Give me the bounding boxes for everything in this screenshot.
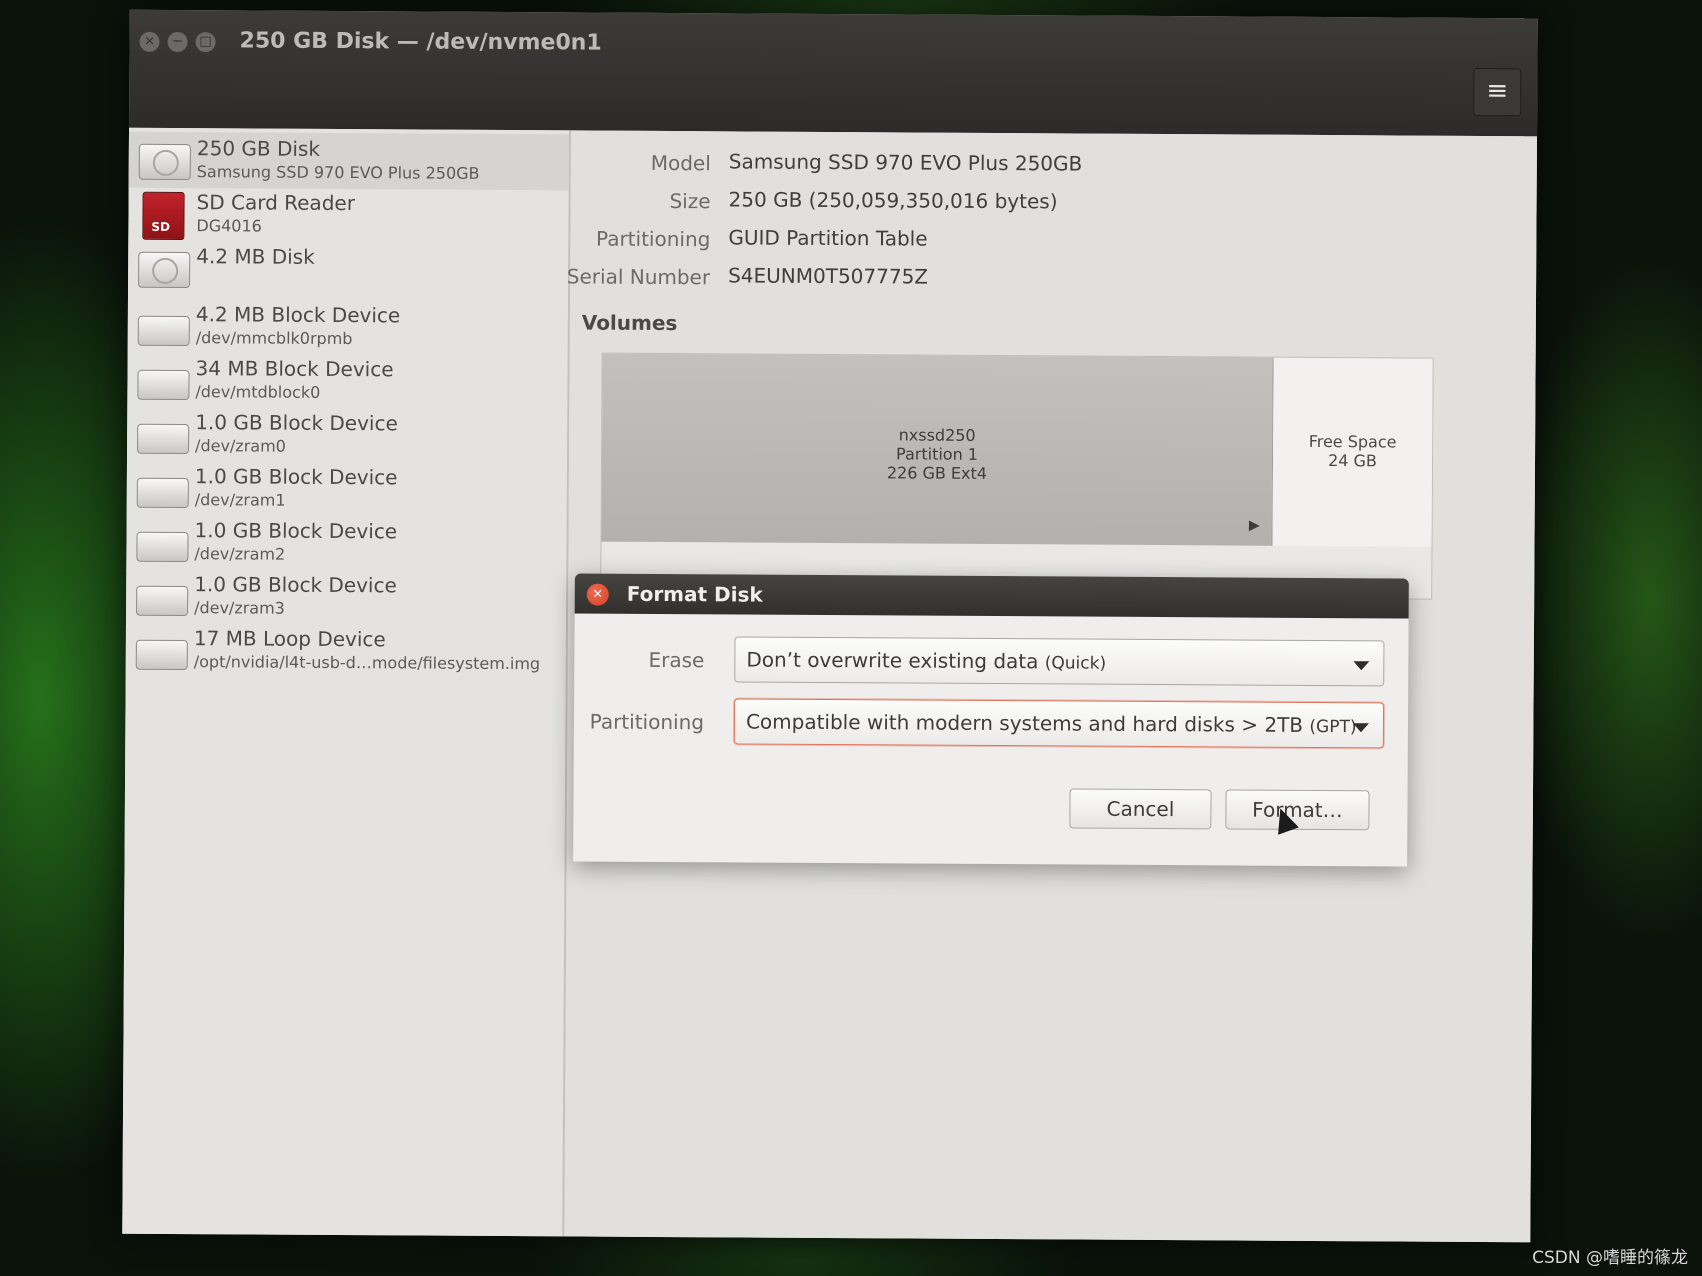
device-name: 34 MB Block Device [195,356,394,382]
device-item-zram2[interactable]: 1.0 GB Block Device /dev/zram2 [126,514,566,573]
dialog-close-button[interactable]: × [586,583,609,606]
close-icon: × [592,586,604,602]
hamburger-menu-icon: ≡ [1486,75,1509,107]
block-device-icon [137,423,190,455]
window-close-button[interactable]: × [139,31,160,52]
device-sub: /dev/zram2 [194,544,286,564]
free-space-size: 24 GB [1328,451,1377,471]
erase-label: Erase [648,647,705,673]
device-sub: DG4016 [196,216,262,236]
partitioning-value: GUID Partition Table [728,225,928,251]
partitioning-field-label: Partitioning [589,709,705,735]
window-titlebar: × − □ 250 GB Disk — /dev/nvme0n1 ≡ [129,9,1538,137]
sd-card-badge: SD [151,219,171,234]
partitioning-dropdown[interactable]: Compatible with modern systems and hard … [733,698,1385,749]
device-sub: /dev/zram1 [194,490,286,510]
size-label: Size [669,189,711,214]
device-name: 17 MB Loop Device [193,626,386,652]
device-name: 4.2 MB Block Device [195,302,401,328]
erase-dropdown[interactable]: Don’t overwrite existing data (Quick) [734,636,1385,687]
volumes-map: nxssd250 Partition 1 226 GB Ext4 ▶ Free … [600,352,1434,600]
partitioning-label: Partitioning [596,226,711,252]
device-list: 250 GB Disk Samsung SSD 970 EVO Plus 250… [122,127,572,1237]
block-device-icon [136,477,189,509]
chevron-down-icon [1352,723,1369,733]
device-item-zram0[interactable]: 1.0 GB Block Device /dev/zram0 [127,406,567,465]
size-value: 250 GB (250,059,350,016 bytes) [728,187,1058,214]
device-name: 4.2 MB Disk [196,244,315,269]
dialog-title: Format Disk [626,581,763,607]
serial-number-value: S4EUNM0T507775Z [728,263,929,289]
dialog-titlebar: × Format Disk [574,573,1409,619]
erase-value: Don’t overwrite existing data [746,647,1039,674]
format-disk-dialog: × Format Disk Erase Don’t overwrite exis… [573,573,1409,867]
hard-disk-icon [138,251,191,289]
cancel-button[interactable]: Cancel [1069,788,1212,830]
partition-1-volume[interactable]: nxssd250 Partition 1 226 GB Ext4 ▶ [601,353,1274,546]
free-space-volume[interactable]: Free Space 24 GB [1272,357,1433,547]
partitioning-suffix: (GPT) [1309,716,1357,738]
device-sub: /dev/zram0 [195,436,286,456]
device-name: 250 GB Disk [196,136,321,161]
watermark: CSDN @嗜睡的篠龙 [1532,1248,1688,1268]
serial-number-label: Serial Number [566,264,711,290]
erase-selected: Don’t overwrite existing data (Quick) [746,648,1106,674]
device-item-loop-device[interactable]: 17 MB Loop Device /opt/nvidia/l4t-usb-d…… [126,622,566,681]
free-space-label: Free Space [1308,431,1397,452]
window-title: 250 GB Disk — /dev/nvme0n1 [239,28,602,56]
window-maximize-button[interactable]: □ [195,32,216,53]
block-device-icon [135,639,188,671]
device-item-mtdblock0[interactable]: 34 MB Block Device /dev/mtdblock0 [127,352,567,411]
device-item-mmcblk0rpmb[interactable]: 4.2 MB Block Device /dev/mmcblk0rpmb [128,298,568,357]
device-sub: /opt/nvidia/l4t-usb-d…mode/filesystem.im… [193,652,541,674]
device-sub: /dev/zram3 [194,598,285,618]
window-minimize-button[interactable]: − [167,31,188,53]
device-sub: /dev/mtdblock0 [195,382,321,402]
block-device-icon [136,531,189,563]
erase-suffix: (Quick) [1044,653,1107,674]
hard-disk-icon [138,143,191,181]
block-device-icon [137,369,190,401]
model-value: Samsung SSD 970 EVO Plus 250GB [728,149,1083,176]
model-label: Model [650,150,711,176]
device-name: 1.0 GB Block Device [194,464,398,490]
play-arrow-icon: ▶ [1248,517,1260,534]
device-sub: /dev/mmcblk0rpmb [195,328,353,349]
device-sub: Samsung SSD 970 EVO Plus 250GB [196,162,480,183]
block-device-icon [136,585,189,617]
volumes-heading: Volumes [581,310,678,336]
device-item-zram3[interactable]: 1.0 GB Block Device /dev/zram3 [126,568,566,627]
chevron-down-icon [1353,661,1370,671]
device-name: 1.0 GB Block Device [194,518,398,544]
partitioning-dropdown-value: Compatible with modern systems and hard … [745,709,1304,737]
device-name: 1.0 GB Block Device [194,572,397,598]
device-name: 1.0 GB Block Device [195,410,398,436]
device-item-zram1[interactable]: 1.0 GB Block Device /dev/zram1 [127,460,567,519]
hamburger-menu-button[interactable]: ≡ [1473,67,1522,117]
partitioning-selected: Compatible with modern systems and hard … [746,710,1357,738]
partition-info: 226 GB Ext4 [886,463,988,483]
block-device-icon [137,315,190,347]
sd-card-icon: SD [142,191,185,241]
device-name: SD Card Reader [196,190,356,216]
